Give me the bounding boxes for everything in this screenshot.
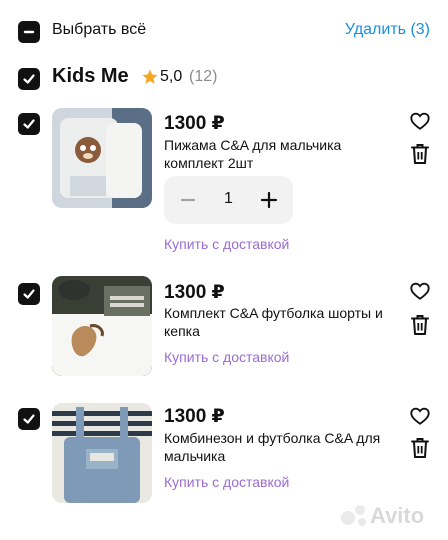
item-title[interactable]: Комплект C&A футболка шорты и кепка xyxy=(164,304,399,340)
quantity-value: 1 xyxy=(224,190,233,207)
buy-with-delivery-link[interactable]: Купить с доставкой xyxy=(164,474,289,490)
heart-icon[interactable] xyxy=(409,405,431,427)
trash-icon[interactable] xyxy=(410,314,430,336)
heart-icon[interactable] xyxy=(409,110,431,132)
buy-with-delivery-link[interactable]: Купить с доставкой xyxy=(164,236,289,252)
avito-watermark: Avito xyxy=(370,503,425,528)
item-photo[interactable] xyxy=(52,276,152,376)
minus-icon xyxy=(23,30,35,34)
check-icon xyxy=(23,289,35,299)
delete-selected-button[interactable]: Удалить (3) xyxy=(345,21,430,39)
item-photo[interactable] xyxy=(52,403,152,503)
quantity-stepper: 1 xyxy=(164,176,293,224)
check-icon xyxy=(23,414,35,424)
trash-icon[interactable] xyxy=(410,437,430,459)
check-icon xyxy=(23,119,35,129)
item-photo[interactable] xyxy=(52,108,152,208)
item-price: 1300 ₽ xyxy=(164,282,225,303)
select-all-checkbox[interactable] xyxy=(18,21,40,43)
item-checkbox[interactable] xyxy=(18,283,40,305)
trash-icon[interactable] xyxy=(410,143,430,165)
check-icon xyxy=(23,74,35,84)
item-checkbox[interactable] xyxy=(18,408,40,430)
item-checkbox[interactable] xyxy=(18,113,40,135)
seller-checkbox[interactable] xyxy=(18,68,40,90)
buy-with-delivery-link[interactable]: Купить с доставкой xyxy=(164,349,289,365)
increment-button[interactable] xyxy=(257,188,281,212)
cart-header: Выбрать всё Удалить (3) xyxy=(0,0,448,62)
decrement-button[interactable] xyxy=(176,188,200,212)
item-price: 1300 ₽ xyxy=(164,113,225,134)
seller-row: Kids Me 5,0 (12) xyxy=(0,62,448,96)
seller-rating: 5,0 xyxy=(160,68,183,85)
item-price: 1300 ₽ xyxy=(164,406,225,427)
seller-name[interactable]: Kids Me xyxy=(52,65,129,88)
select-all-label: Выбрать всё xyxy=(52,21,147,38)
item-title[interactable]: Комбинезон и футболка C&A для мальчика xyxy=(164,429,399,465)
seller-reviews-count[interactable]: (12) xyxy=(189,68,217,86)
star-icon xyxy=(142,69,158,84)
heart-icon[interactable] xyxy=(409,280,431,302)
item-title[interactable]: Пижама C&A для мальчика комплект 2шт xyxy=(164,136,399,172)
